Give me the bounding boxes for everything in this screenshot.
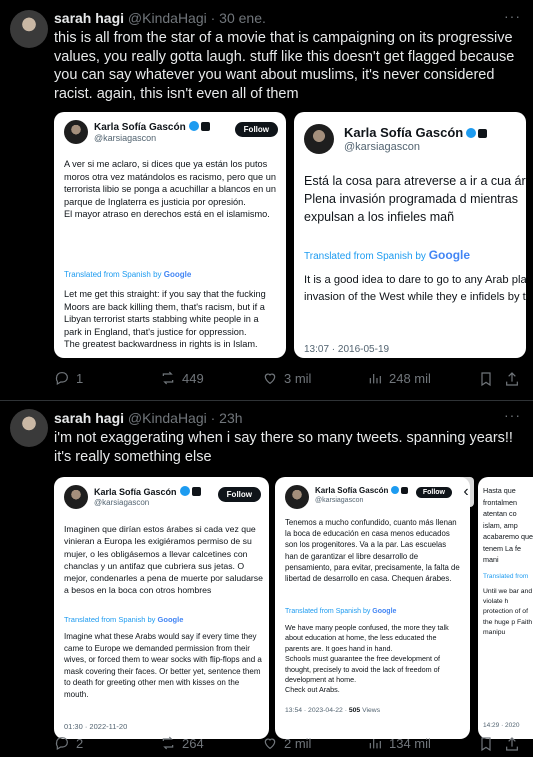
chevron-left-icon[interactable]: ‹ [458, 477, 474, 507]
card-translated-text: Until we bar and violate h protection of… [483, 588, 533, 636]
repost-count: 264 [182, 735, 204, 751]
heart-icon [264, 738, 276, 750]
more-icon[interactable]: ··· [504, 8, 521, 24]
tweet-1[interactable]: sarah hagi @KindaHagi · 30 ene. ··· this… [0, 0, 533, 400]
avatar [285, 485, 309, 509]
repost-button[interactable]: 449 [160, 370, 204, 386]
card-translated-text: It is a good idea to dare to go to any A… [304, 274, 526, 303]
card-author-handle: @karsiagascon [94, 498, 150, 507]
translation-label: Translated from Spanish by Google [64, 615, 184, 624]
card-timestamp: 01:30 · 2022-11-20 [64, 722, 128, 731]
screenshot-card[interactable]: Hasta que frontalmen atentan co islam, a… [478, 477, 533, 739]
author-name[interactable]: sarah hagi [54, 10, 124, 26]
reply-count: 1 [76, 370, 84, 386]
translation-label: Translated from Spanish by Google [304, 248, 471, 262]
views-icon [369, 739, 381, 749]
card-original-text: A ver si me aclaro, si dices que ya está… [64, 159, 276, 220]
screenshot-card[interactable]: Karla Sofía Gascón @karsiagascon Está la… [294, 112, 526, 358]
repost-button[interactable]: 264 [160, 735, 204, 751]
card-original-text: Hasta que frontalmen atentan co islam, a… [483, 486, 533, 564]
tweet-time[interactable]: · 23h [211, 410, 243, 426]
like-count: 2 mil [284, 735, 312, 751]
follow-button: Follow [234, 122, 278, 137]
tweet-text: this is all from the star of a movie tha… [54, 30, 515, 102]
card-author-handle: @karsiagascon [344, 141, 420, 153]
like-button[interactable]: 2 mil [262, 735, 311, 751]
author-name[interactable]: sarah hagi [54, 410, 124, 426]
more-icon[interactable]: ··· [504, 407, 521, 423]
card-timestamp: 13:07 · 2016-05-19 [304, 344, 390, 355]
tweet-actions: 2 264 2 mil 134 mil [54, 735, 526, 753]
tweet-header: sarah hagi @KindaHagi · 23h [54, 410, 243, 426]
card-timestamp: 14:29 · 2020 [483, 722, 520, 729]
tweet-header: sarah hagi @KindaHagi · 30 ene. [54, 10, 266, 26]
avatar[interactable] [10, 409, 48, 447]
avatar [304, 124, 334, 154]
views-count: 134 mil [389, 735, 431, 751]
card-author-handle: @karsiagascon [94, 133, 157, 143]
card-original-text: Tenemos a mucho confundido, cuanto más l… [285, 518, 460, 584]
like-count: 3 mil [284, 370, 312, 386]
card-translated-text: We have many people confused, the more t… [285, 623, 449, 695]
affiliate-badge-icon [401, 487, 409, 494]
follow-button: Follow [217, 487, 261, 502]
reply-button[interactable]: 2 [54, 735, 83, 751]
reply-count: 2 [76, 735, 84, 751]
tweet-2[interactable]: sarah hagi @KindaHagi · 23h ··· i'm not … [0, 401, 533, 757]
card-author-handle: @karsiagascon [315, 497, 364, 504]
affiliate-badge-icon [200, 122, 210, 131]
reply-icon [55, 372, 68, 386]
author-handle[interactable]: @KindaHagi [128, 10, 207, 26]
avatar [64, 120, 88, 144]
reply-button[interactable]: 1 [54, 370, 83, 386]
card-translated-text: Imagine what these Arabs would say if ev… [64, 632, 262, 699]
bookmark-icon[interactable] [478, 371, 494, 387]
card-author-name: Karla Sofía Gascón [315, 486, 389, 495]
card-original-text: Imaginen que dirían estos árabes si cada… [64, 524, 263, 596]
share-icon[interactable] [504, 371, 520, 387]
card-original-text: Está la cosa para atreverse a ir a cua á… [304, 174, 526, 224]
bookmark-icon[interactable] [478, 736, 494, 752]
card-author-name: Karla Sofía Gascón [94, 122, 186, 133]
views-icon [369, 374, 381, 384]
screenshot-card[interactable]: Karla Sofía Gascón @karsiagascon Follow … [54, 477, 269, 739]
tweet-text: i'm not exaggerating when i say there so… [54, 430, 513, 465]
avatar [64, 485, 88, 509]
google-logo: Google [163, 270, 192, 279]
tweet-time[interactable]: · 30 ene. [211, 10, 266, 26]
follow-button: Follow [415, 487, 452, 498]
views-count: 248 mil [389, 370, 431, 386]
like-button[interactable]: 3 mil [262, 370, 311, 386]
translation-label: Translated from Spanish by Google [285, 608, 397, 615]
google-logo: Google [372, 608, 397, 615]
share-icon[interactable] [504, 736, 520, 752]
repost-icon [162, 736, 174, 750]
views-button[interactable]: 134 mil [367, 735, 431, 751]
google-logo: Google [428, 248, 471, 262]
verified-badge-icon [391, 486, 400, 494]
views-button[interactable]: 248 mil [367, 370, 431, 386]
reply-icon [55, 737, 68, 751]
verified-badge-icon [179, 486, 190, 496]
repost-icon [162, 371, 174, 385]
google-logo: Google [157, 615, 184, 624]
translation-label: Translated from Spanish by Google [64, 270, 192, 279]
affiliate-badge-icon [191, 487, 201, 496]
screenshot-card[interactable]: Karla Sofía Gascón @karsiagascon Follow … [54, 112, 286, 358]
card-translated-text: Let me get this straight: if you say tha… [64, 289, 266, 350]
card-author-name: Karla Sofía Gascón [94, 487, 177, 497]
card-author-name: Karla Sofía Gascón [344, 125, 464, 140]
tweet-actions: 1 449 3 mil 248 mil [54, 370, 526, 388]
card-timestamp: 13:54 · 2023-04-22 · 505 Views [285, 707, 381, 714]
verified-badge-icon [466, 128, 477, 138]
verified-badge-icon [188, 121, 199, 131]
repost-count: 449 [182, 370, 204, 386]
screenshot-card[interactable]: Karla Sofía Gascón @karsiagascon Follow … [275, 477, 470, 739]
author-handle[interactable]: @KindaHagi [128, 410, 207, 426]
translation-label: Translated from [483, 573, 529, 580]
avatar[interactable] [10, 10, 48, 48]
affiliate-badge-icon [478, 129, 488, 138]
heart-icon [264, 373, 276, 385]
